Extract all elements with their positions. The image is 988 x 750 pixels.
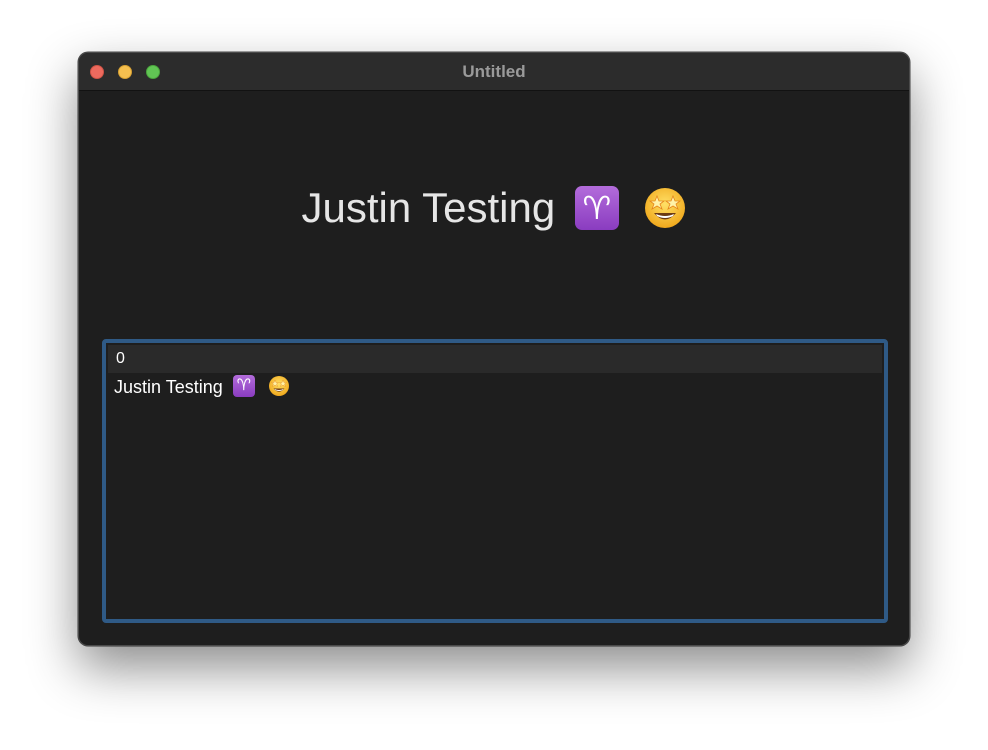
app-window: Untitled Justin Testing ♈ 0 Justin Testi… [78, 52, 910, 646]
heading-text: Justin Testing [301, 184, 556, 231]
heading-label: Justin Testing ♈ [79, 181, 909, 235]
star-struck-face-icon [644, 187, 685, 228]
screen: Untitled Justin Testing ♈ 0 Justin Testi… [0, 0, 988, 750]
window-title: Untitled [462, 62, 526, 81]
aries-glyph: ♈ [582, 189, 612, 226]
list-item[interactable]: Justin Testing ♈ [108, 373, 882, 401]
aries-zodiac-icon: ♈ [232, 375, 255, 398]
aries-zodiac-icon: ♈ [574, 185, 619, 230]
list-view[interactable]: 0 Justin Testing ♈ [102, 339, 888, 623]
title-bar[interactable]: Untitled [79, 53, 909, 91]
list-item-label: Justin Testing [114, 377, 223, 397]
list-header[interactable]: 0 [108, 345, 882, 373]
aries-glyph: ♈ [236, 377, 251, 395]
star-struck-face-icon [268, 376, 289, 397]
